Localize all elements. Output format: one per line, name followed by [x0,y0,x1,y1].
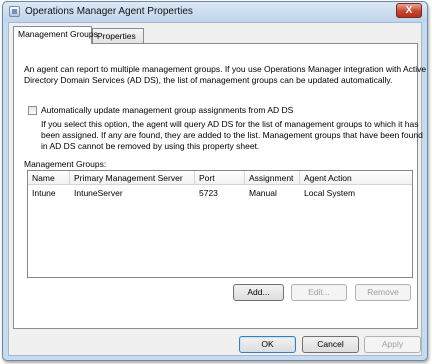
title-bar[interactable]: Operations Manager Agent Properties X [3,2,427,22]
apply-button[interactable]: Apply [364,336,421,353]
window-title: Operations Manager Agent Properties [25,6,193,17]
column-header-primary-management-server[interactable]: Primary Management Server [70,171,195,185]
column-header-name[interactable]: Name [28,171,70,185]
add-button[interactable]: Add... [233,284,284,301]
auto-update-help-line-2: been assigned. If any are found, they ar… [41,130,423,140]
tab-panel: An agent can report to multiple manageme… [13,43,426,329]
cell-primary-management-server: IntuneServer [74,188,123,198]
column-header-agent-action[interactable]: Agent Action [300,171,412,185]
cell-name: Intune [32,188,56,198]
column-header-assignment[interactable]: Assignment [245,171,300,185]
app-icon [9,6,20,17]
cell-port: 5723 [199,188,218,198]
cancel-button[interactable]: Cancel [302,336,359,353]
tab-properties[interactable]: Properties [92,28,144,43]
auto-update-label[interactable]: Automatically update management group as… [41,105,293,115]
management-groups-label: Management Groups: [24,159,107,169]
remove-button[interactable]: Remove [355,284,411,301]
close-button[interactable]: X [396,3,422,18]
dialog-client-area: Management Groups Properties An agent ca… [8,22,426,356]
auto-update-checkbox[interactable] [28,106,37,115]
auto-update-help-line-1: If you select this option, the agent wil… [41,119,419,129]
column-header-port[interactable]: Port [195,171,245,185]
cell-assignment: Manual [249,188,277,198]
dialog-window: Operations Manager Agent Properties X Ma… [2,1,428,361]
description-line-2: Directory Domain Services (AD DS), the l… [24,75,393,85]
table-row[interactable]: Intune IntuneServer 5723 Manual Local Sy… [28,186,412,199]
management-groups-list[interactable]: Name Primary Management Server Port Assi… [27,170,413,278]
cell-agent-action: Local System [304,188,356,198]
ok-button[interactable]: OK [239,336,296,353]
auto-update-help-line-3: in AD DS cannot be removed by using this… [41,141,260,151]
tab-management-groups[interactable]: Management Groups [13,26,98,44]
description-line-1: An agent can report to multiple manageme… [24,64,427,74]
edit-button[interactable]: Edit... [291,284,347,301]
